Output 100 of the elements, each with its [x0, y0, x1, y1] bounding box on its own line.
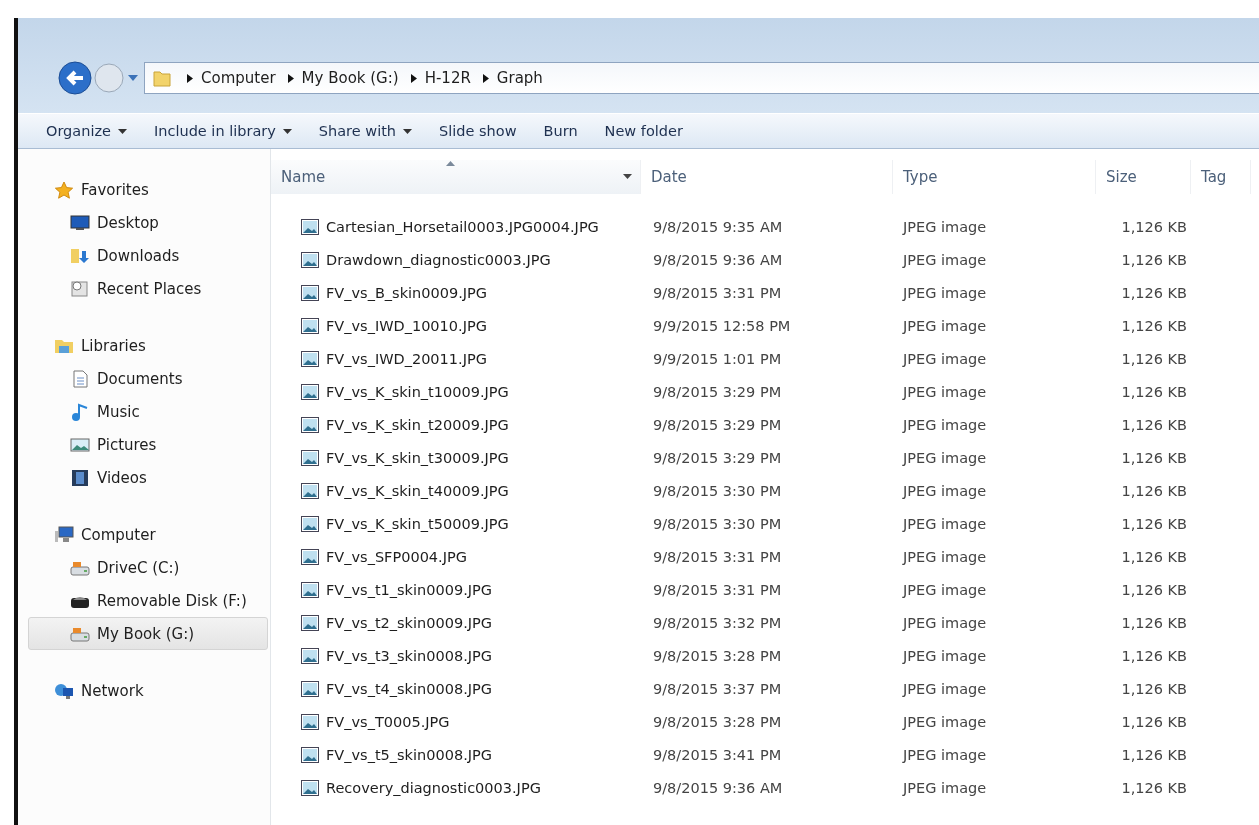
file-row[interactable]: Cartesian_Horsetail0003.JPG0004.JPG 9/8/2015 9:35 AM JPEG image 1,126 KB [271, 210, 1259, 243]
file-size: 1,126 KB [1121, 383, 1187, 400]
column-header[interactable]: Name [271, 160, 641, 194]
image-file-icon [301, 449, 319, 466]
file-type: JPEG image [903, 350, 987, 367]
sidebar-item[interactable]: Network [18, 674, 268, 707]
sidebar-item[interactable]: Documents [18, 362, 268, 395]
sidebar-item[interactable]: Desktop [18, 206, 268, 239]
file-row[interactable]: FV_vs_SFP0004.JPG 9/8/2015 3:31 PM JPEG image 1,126 KB [271, 540, 1259, 573]
sidebar-item[interactable]: Videos [18, 461, 268, 494]
image-file-icon [301, 614, 319, 631]
address-bar[interactable]: Computer My Book (G:) H-12R Graph [144, 62, 1259, 94]
file-size: 1,126 KB [1121, 416, 1187, 433]
file-name: FV_vs_t5_skin0008.JPG [326, 746, 492, 763]
file-row[interactable]: FV_vs_K_skin_t40009.JPG 9/8/2015 3:30 PM JPEG image 1,126 KB [271, 474, 1259, 507]
file-name: FV_vs_t4_skin0008.JPG [326, 680, 492, 697]
sidebar-item[interactable]: Computer [18, 518, 268, 551]
file-row[interactable]: Drawdown_diagnostic0003.JPG 9/8/2015 9:36 AM JPEG image 1,126 KB [271, 243, 1259, 276]
caret-icon [403, 128, 413, 134]
file-date: 9/8/2015 3:31 PM [653, 581, 782, 598]
file-size: 1,126 KB [1121, 515, 1187, 532]
file-row[interactable]: FV_vs_K_skin_t20009.JPG 9/8/2015 3:29 PM JPEG image 1,126 KB [271, 408, 1259, 441]
file-row[interactable]: FV_vs_t3_skin0008.JPG 9/8/2015 3:28 PM JPEG image 1,126 KB [271, 639, 1259, 672]
sidebar-item[interactable]: Recent Places [18, 272, 268, 305]
sidebar-item[interactable]: Pictures [18, 428, 268, 461]
image-file-icon [301, 284, 319, 301]
toolbar-button[interactable]: Slide show [439, 117, 517, 145]
file-type: JPEG image [903, 515, 987, 532]
file-row[interactable]: FV_vs_T0005.JPG 9/8/2015 3:28 PM JPEG image 1,126 KB [271, 705, 1259, 738]
file-type: JPEG image [903, 614, 987, 631]
column-header[interactable]: Type [893, 160, 1096, 194]
sidebar-item[interactable]: Music [18, 395, 268, 428]
image-file-icon [301, 416, 319, 433]
file-name: FV_vs_K_skin_t50009.JPG [326, 515, 509, 532]
file-row[interactable]: Recovery_diagnostic0003.JPG 9/8/2015 9:36 AM JPEG image 1,126 KB [271, 771, 1259, 804]
file-type: JPEG image [903, 548, 987, 565]
file-date: 9/8/2015 9:36 AM [653, 251, 783, 268]
folder-icon [153, 69, 171, 87]
file-type: JPEG image [903, 317, 987, 334]
breadcrumb-arrow-icon [287, 73, 294, 83]
column-header[interactable]: Size [1096, 160, 1191, 194]
file-date: 9/8/2015 3:29 PM [653, 449, 782, 466]
caret-icon [282, 128, 292, 134]
file-row[interactable]: FV_vs_t1_skin0009.JPG 9/8/2015 3:31 PM JPEG image 1,126 KB [271, 573, 1259, 606]
file-date: 9/8/2015 3:31 PM [653, 548, 782, 565]
breadcrumb-item[interactable]: Graph [496, 69, 543, 87]
caret-icon [117, 128, 127, 134]
breadcrumb-item[interactable]: Computer [201, 69, 276, 87]
file-type: JPEG image [903, 482, 987, 499]
sidebar-item[interactable]: Libraries [18, 329, 268, 362]
file-size: 1,126 KB [1121, 713, 1187, 730]
file-type: JPEG image [903, 713, 987, 730]
image-file-icon [301, 383, 319, 400]
file-name: FV_vs_t3_skin0008.JPG [326, 647, 492, 664]
file-size: 1,126 KB [1121, 548, 1187, 565]
file-name: FV_vs_B_skin0009.JPG [326, 284, 488, 301]
back-button[interactable] [58, 61, 92, 95]
file-row[interactable]: FV_vs_t2_skin0009.JPG 9/8/2015 3:32 PM JPEG image 1,126 KB [271, 606, 1259, 639]
toolbar-button[interactable]: Share with [318, 117, 413, 145]
file-row[interactable]: FV_vs_K_skin_t30009.JPG 9/8/2015 3:29 PM JPEG image 1,126 KB [271, 441, 1259, 474]
file-row[interactable]: FV_vs_t4_skin0008.JPG 9/8/2015 3:37 PM JPEG image 1,126 KB [271, 672, 1259, 705]
sidebar-item[interactable]: Downloads [18, 239, 268, 272]
toolbar-button[interactable]: Organize [46, 117, 127, 145]
toolbar-button[interactable]: Include in library [153, 117, 292, 145]
file-size: 1,126 KB [1121, 614, 1187, 631]
file-type: JPEG image [903, 581, 987, 598]
desktop-icon [70, 213, 90, 232]
sidebar-item[interactable]: My Book (G:) [28, 617, 268, 650]
file-type: JPEG image [903, 746, 987, 763]
file-size: 1,126 KB [1121, 317, 1187, 334]
file-name: FV_vs_K_skin_t40009.JPG [326, 482, 509, 499]
file-name: Recovery_diagnostic0003.JPG [326, 779, 541, 796]
file-size: 1,126 KB [1121, 218, 1187, 235]
file-row[interactable]: FV_vs_K_skin_t50009.JPG 9/8/2015 3:30 PM JPEG image 1,126 KB [271, 507, 1259, 540]
file-size: 1,126 KB [1121, 581, 1187, 598]
file-name: FV_vs_K_skin_t30009.JPG [326, 449, 509, 466]
file-name: FV_vs_IWD_10010.JPG [326, 317, 487, 334]
file-date: 9/8/2015 3:32 PM [653, 614, 782, 631]
column-header[interactable]: Date [641, 160, 893, 194]
image-file-icon [301, 647, 319, 664]
toolbar-button[interactable]: New folder [604, 117, 683, 145]
sidebar-item[interactable]: Favorites [18, 173, 268, 206]
column-header[interactable]: Tag [1191, 160, 1251, 194]
file-row[interactable]: FV_vs_B_skin0009.JPG 9/8/2015 3:31 PM JPEG image 1,126 KB [271, 276, 1259, 309]
file-name: FV_vs_t1_skin0009.JPG [326, 581, 492, 598]
file-row[interactable]: FV_vs_t5_skin0008.JPG 9/8/2015 3:41 PM JPEG image 1,126 KB [271, 738, 1259, 771]
sort-arrow-icon [446, 161, 455, 166]
history-dropdown-button[interactable] [128, 75, 138, 81]
image-file-icon [301, 746, 319, 763]
file-row[interactable]: FV_vs_IWD_20011.JPG 9/9/2015 1:01 PM JPEG image 1,126 KB [271, 342, 1259, 375]
file-row[interactable]: FV_vs_K_skin_t10009.JPG 9/8/2015 3:29 PM JPEG image 1,126 KB [271, 375, 1259, 408]
breadcrumb-item[interactable]: My Book (G:) [301, 69, 399, 87]
image-file-icon [301, 713, 319, 730]
breadcrumb-item[interactable]: H-12R [424, 69, 471, 87]
sidebar-item[interactable]: Removable Disk (F:) [18, 584, 268, 617]
image-file-icon [301, 779, 319, 796]
sidebar-item[interactable]: DriveC (C:) [18, 551, 268, 584]
toolbar-button[interactable]: Burn [543, 117, 578, 145]
file-name: FV_vs_T0005.JPG [326, 713, 450, 730]
file-row[interactable]: FV_vs_IWD_10010.JPG 9/9/2015 12:58 PM JPEG image 1,126 KB [271, 309, 1259, 342]
